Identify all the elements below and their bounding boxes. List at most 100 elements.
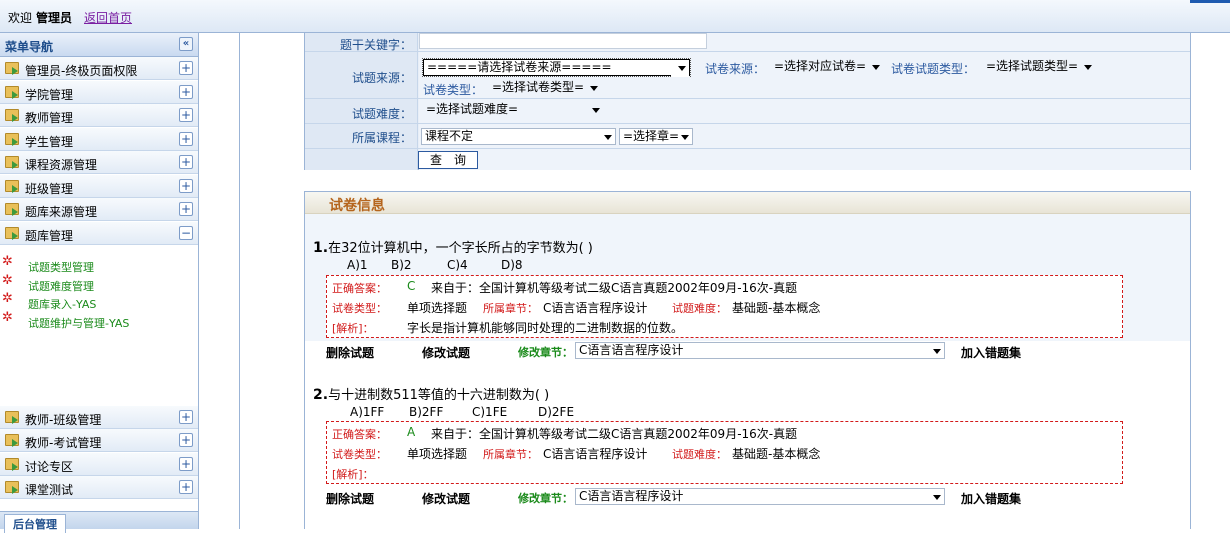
sidebar-title: 菜单导航 (5, 40, 54, 54)
chapter-value: C语言语言程序设计 (543, 301, 648, 315)
type-label: 试卷类型： (332, 302, 387, 315)
expand-icon[interactable]: + (179, 457, 193, 471)
answer-label: 正确答案： (332, 428, 387, 441)
difficulty-value: 基础题-基本概念 (732, 447, 821, 461)
option-d: D)8 (501, 258, 523, 272)
analysis-label: [解析]： (332, 322, 374, 335)
expand-icon[interactable]: + (179, 155, 193, 169)
top-bar: 欢迎 管理员 返回首页 (0, 0, 1230, 33)
expand-icon[interactable]: + (179, 202, 193, 216)
chapter-select-value: =选择章= (623, 129, 680, 143)
source-select-dropdown[interactable] (671, 60, 689, 77)
add-wrong-book-button[interactable]: 加入错题集 (961, 490, 1021, 507)
answer-row: 正确答案： A 来自于：全国计算机等级考试二级C语言真题2002年09月-16次… (327, 424, 1122, 444)
sidebar-item-label: 管理员-终极页面权限 (25, 64, 138, 78)
sidebar-item-label: 学院管理 (25, 88, 74, 102)
edit-question-button[interactable]: 修改试题 (422, 344, 470, 361)
collapse-sidebar-icon[interactable]: « (179, 37, 193, 51)
search-form: 题干关键字： 试题来源： =====请选择试卷来源===== 试卷来源： =选择… (304, 33, 1191, 170)
keyword-input[interactable] (419, 33, 707, 49)
change-chapter-select[interactable]: C语言语言程序设计 (575, 488, 945, 505)
delete-question-button[interactable]: 删除试题 (326, 344, 374, 361)
chevron-down-icon (681, 135, 689, 140)
answer-label: 正确答案： (332, 282, 387, 295)
collapse-icon[interactable]: − (179, 226, 193, 240)
course-select[interactable]: 课程不定 (421, 128, 616, 145)
course-select-value: 课程不定 (425, 129, 474, 143)
sidebar-item-teacher-class[interactable]: 教师-班级管理 + (0, 406, 198, 429)
sidebar-subitem-label: 试题类型管理 (28, 261, 94, 274)
question-title: 2.与十进制数511等值的十六进制数为( ) (313, 384, 549, 403)
course-label: 所属课程： (351, 131, 412, 145)
folder-icon (5, 180, 19, 193)
option-b: B)2FF (409, 405, 444, 419)
answer-value: C (407, 279, 416, 293)
sidebar-subitem-question-maintain[interactable]: ✲ 试题维护与管理-YAS (0, 310, 198, 331)
source-select-value: =====请选择试卷来源===== (427, 60, 612, 74)
source-select[interactable]: =====请选择试卷来源===== (422, 58, 691, 77)
expand-icon[interactable]: + (179, 132, 193, 146)
paper-info-panel: 试卷信息 1.在32位计算机中，一个字长所占的字节数为( ) A)1 B)2 C… (304, 191, 1191, 530)
change-chapter-select[interactable]: C语言语言程序设计 (575, 342, 945, 359)
difficulty-value-cell: =选择试题难度= (419, 99, 1190, 123)
sidebar-item-admin-permission[interactable]: 管理员-终极页面权限 + (0, 57, 198, 80)
chevron-down-icon (1084, 65, 1092, 70)
sidebar-item-classroom-test[interactable]: 课堂测试 + (0, 476, 198, 499)
welcome-text: 欢迎 (8, 11, 33, 25)
difficulty-value: 基础题-基本概念 (732, 301, 821, 315)
edit-question-button[interactable]: 修改试题 (422, 490, 470, 507)
chevron-down-icon (933, 349, 941, 354)
sidebar-item-label: 班级管理 (25, 182, 74, 196)
expand-icon[interactable]: + (179, 108, 193, 122)
sidebar-item-class[interactable]: 班级管理 + (0, 175, 198, 198)
answer-info-box: 正确答案： A 来自于：全国计算机等级考试二级C语言真题2002年09月-16次… (326, 421, 1123, 484)
expand-icon[interactable]: + (179, 410, 193, 424)
expand-icon[interactable]: + (179, 61, 193, 75)
expand-icon[interactable]: + (179, 480, 193, 494)
sidebar-subitem-question-type[interactable]: ✲ 试题类型管理 (0, 254, 198, 275)
chapter-select[interactable]: =选择章= (619, 128, 693, 145)
paper-info-title: 试卷信息 (329, 198, 385, 214)
sidebar-item-college[interactable]: 学院管理 + (0, 81, 198, 104)
difficulty-select[interactable]: =选择试题难度= (423, 102, 603, 119)
sidebar: 菜单导航 « 管理员-终极页面权限 + 学院管理 + 教师管理 + 学生管理 +… (0, 33, 199, 533)
delete-question-button[interactable]: 删除试题 (326, 490, 374, 507)
expand-icon[interactable]: + (179, 433, 193, 447)
type-row: 试卷类型： 单项选择题 所属章节： C语言语言程序设计 试题难度： 基础题-基本… (327, 298, 1122, 318)
sidebar-item-label: 教师-考试管理 (25, 436, 102, 450)
sidebar-item-course-resource[interactable]: 课程资源管理 + (0, 151, 198, 174)
expand-icon[interactable]: + (179, 85, 193, 99)
type-label: 试卷类型： (332, 448, 387, 461)
sidebar-subitem-bank-entry[interactable]: ✲ 题库录入-YAS (0, 291, 198, 312)
answer-info-box: 正确答案： C 来自于：全国计算机等级考试二级C语言真题2002年09月-16次… (326, 275, 1123, 338)
sidebar-item-teacher[interactable]: 教师管理 + (0, 104, 198, 127)
option-a: A)1 (347, 258, 368, 272)
home-link[interactable]: 返回首页 (84, 9, 132, 26)
expand-icon[interactable]: + (179, 179, 193, 193)
query-button[interactable]: 查 询 (418, 151, 478, 169)
question-title: 1.在32位计算机中，一个字长所占的字节数为( ) (313, 237, 593, 256)
question-type-select[interactable]: =选择试题类型= (983, 59, 1095, 76)
sidebar-item-label: 讨论专区 (25, 460, 74, 474)
sidebar-item-student[interactable]: 学生管理 + (0, 128, 198, 151)
paper-source-select[interactable]: =选择对应试卷= (771, 59, 883, 76)
course-label-cell: 所属课程： (305, 124, 418, 148)
change-chapter-value: C语言语言程序设计 (579, 343, 684, 357)
folder-icon (5, 86, 19, 99)
sidebar-item-bank-manage[interactable]: 题库管理 − (0, 222, 198, 245)
answer-row: 正确答案： C 来自于：全国计算机等级考试二级C语言真题2002年09月-16次… (327, 278, 1122, 298)
add-wrong-book-button[interactable]: 加入错题集 (961, 344, 1021, 361)
analysis-label: [解析]： (332, 468, 374, 481)
sidebar-item-bank-source[interactable]: 题库来源管理 + (0, 198, 198, 221)
option-a: A)1FF (350, 405, 385, 419)
sidebar-item-discussion[interactable]: 讨论专区 + (0, 453, 198, 476)
tab-backend-management[interactable]: 后台管理 (4, 514, 66, 533)
main-content: 题干关键字： 试题来源： =====请选择试卷来源===== 试卷来源： =选择… (204, 33, 1230, 530)
paper-type-select[interactable]: =选择试卷类型= (489, 80, 601, 97)
sidebar-item-teacher-exam[interactable]: 教师-考试管理 + (0, 429, 198, 452)
question-text: 在32位计算机中，一个字长所占的字节数为( ) (328, 241, 593, 256)
sidebar-subitem-difficulty[interactable]: ✲ 试题难度管理 (0, 273, 198, 294)
source-text: 来自于：全国计算机等级考试二级C语言真题2002年09月-16次-真题 (431, 427, 798, 441)
sidebar-item-label: 教师管理 (25, 111, 74, 125)
question-number: 2. (313, 387, 329, 403)
